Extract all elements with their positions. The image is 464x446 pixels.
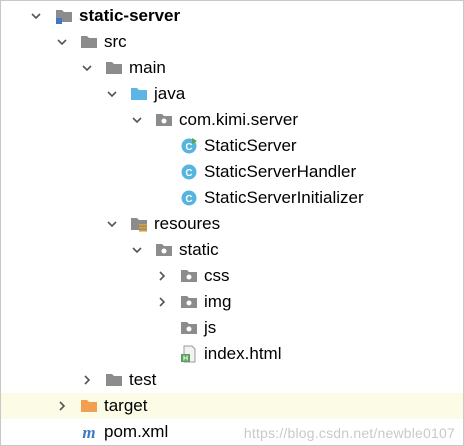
tree-row-main[interactable]: main (1, 55, 463, 81)
class-icon: C (180, 163, 198, 181)
tree-row-static-server[interactable]: static-server (1, 3, 463, 29)
package-icon (180, 319, 198, 337)
tree-row-static-server-class[interactable]: C StaticServer (1, 133, 463, 159)
svg-text:m: m (82, 423, 95, 441)
svg-text:C: C (185, 168, 192, 179)
tree-label-java: java (154, 84, 186, 103)
project-tree-panel: static-server src main java com.kimi.ser… (0, 0, 464, 446)
tree-row-java[interactable]: java (1, 81, 463, 107)
chevron-down-icon[interactable] (55, 35, 69, 49)
tree-row-package[interactable]: com.kimi.server (1, 107, 463, 133)
class-icon: C (180, 189, 198, 207)
tree-row-index-html[interactable]: H index.html (1, 341, 463, 367)
folder-icon (105, 371, 123, 389)
tree-row-src[interactable]: src (1, 29, 463, 55)
tree-row-resources[interactable]: resoures (1, 211, 463, 237)
package-icon (155, 241, 173, 259)
folder-icon (105, 59, 123, 77)
tree-row-img[interactable]: img (1, 289, 463, 315)
chevron-down-icon[interactable] (105, 217, 119, 231)
source-folder-icon (130, 85, 148, 103)
resources-folder-icon (130, 215, 148, 233)
maven-icon: m (80, 423, 98, 441)
tree-label-target: target (104, 396, 148, 415)
tree-label-pom-xml: pom.xml (104, 422, 169, 441)
tree-label-css: css (204, 266, 230, 285)
tree-row-js[interactable]: js (1, 315, 463, 341)
folder-icon (80, 33, 98, 51)
tree-label-static: static (179, 240, 219, 259)
svg-text:C: C (185, 142, 192, 153)
chevron-right-icon[interactable] (155, 295, 169, 309)
chevron-down-icon[interactable] (130, 113, 144, 127)
package-icon (155, 111, 173, 129)
svg-text:C: C (185, 194, 192, 205)
tree-label-package: com.kimi.server (179, 110, 299, 129)
tree-label-index-html: index.html (204, 344, 282, 363)
tree-label-resources: resoures (154, 214, 221, 233)
runnable-class-icon: C (180, 137, 198, 155)
chevron-down-icon[interactable] (130, 243, 144, 257)
tree-row-static[interactable]: static (1, 237, 463, 263)
tree-label-test: test (129, 370, 157, 389)
chevron-right-icon[interactable] (55, 399, 69, 413)
chevron-down-icon[interactable] (105, 87, 119, 101)
html-file-icon: H (180, 345, 198, 363)
watermark: https://blog.csdn.net/newble0107 (243, 425, 455, 441)
chevron-right-icon[interactable] (80, 373, 94, 387)
tree-row-css[interactable]: css (1, 263, 463, 289)
tree-row-target[interactable]: target (1, 393, 463, 419)
tree-row-test[interactable]: test (1, 367, 463, 393)
tree-label-static-server: static-server (79, 6, 181, 25)
tree-label-class1: StaticServer (204, 136, 297, 155)
chevron-down-icon[interactable] (29, 9, 43, 23)
tree-row-handler-class[interactable]: C StaticServerHandler (1, 159, 463, 185)
tree-row-initializer-class[interactable]: C StaticServerInitializer (1, 185, 463, 211)
module-folder-icon (55, 7, 73, 25)
tree-label-main: main (129, 58, 166, 77)
chevron-down-icon[interactable] (80, 61, 94, 75)
excluded-folder-icon (80, 397, 98, 415)
package-icon (180, 293, 198, 311)
tree-label-class3: StaticServerInitializer (204, 188, 364, 207)
chevron-right-icon[interactable] (155, 269, 169, 283)
svg-text:H: H (183, 356, 188, 363)
package-icon (180, 267, 198, 285)
tree-label-img: img (204, 292, 232, 311)
tree-label-src: src (104, 32, 127, 51)
tree-label-class2: StaticServerHandler (204, 162, 357, 181)
tree-label-js: js (204, 318, 217, 337)
